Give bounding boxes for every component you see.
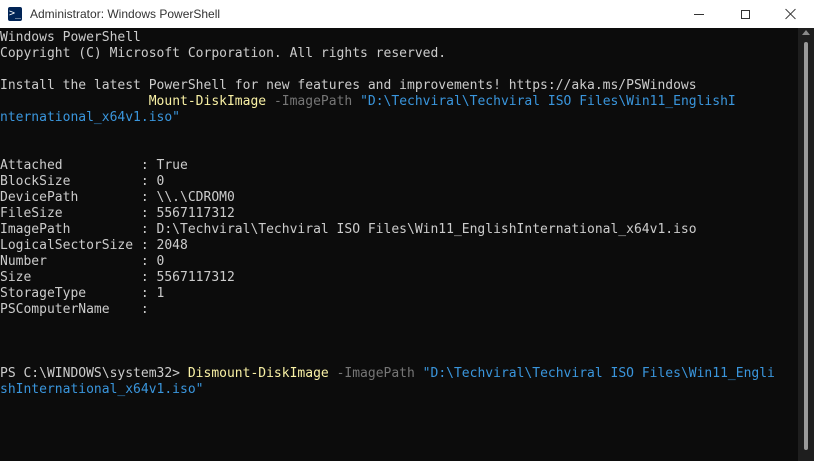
powershell-window: >_ Administrator: Windows PowerShell Win… xyxy=(0,0,814,461)
close-button[interactable] xyxy=(768,0,814,28)
dismount-path-value-wrap: shInternational_x64v1.iso" xyxy=(0,382,204,397)
mount-path-value-wrap: nternational_x64v1.iso" xyxy=(0,110,181,125)
mount-command-line: Mount-DiskImage -ImagePath "D:\Techviral… xyxy=(0,94,736,110)
property-line: PSComputerName : xyxy=(0,302,149,317)
powershell-icon: >_ xyxy=(8,7,22,21)
console-output[interactable]: Windows PowerShell Copyright (C) Microso… xyxy=(0,28,798,461)
console-header-line: Windows PowerShell xyxy=(0,30,141,45)
property-line: Number : 0 xyxy=(0,254,165,269)
dismount-parameter: -ImagePath xyxy=(336,366,415,381)
scrollbar-thumb[interactable] xyxy=(804,42,808,450)
title-bar[interactable]: >_ Administrator: Windows PowerShell xyxy=(0,0,814,28)
property-line: Attached : True xyxy=(0,158,188,173)
property-line: Size : 5567117312 xyxy=(0,270,235,285)
dismount-path-value: "D:\Techviral\Techviral ISO Files\Win11_… xyxy=(422,366,775,381)
console-install-line: Install the latest PowerShell for new fe… xyxy=(0,78,697,93)
minimize-icon xyxy=(694,13,704,15)
mount-parameter: -ImagePath xyxy=(273,94,353,109)
maximize-icon xyxy=(740,9,750,19)
mount-indent xyxy=(0,94,149,109)
command-prompt: PS C:\WINDOWS\system32> xyxy=(0,366,188,381)
mount-cmdlet: Mount-DiskImage xyxy=(148,94,267,109)
vertical-scrollbar[interactable] xyxy=(798,28,814,461)
mount-path-value: "D:\Techviral\Techviral ISO Files\Win11_… xyxy=(360,94,736,109)
close-icon xyxy=(785,8,797,20)
window-title: Administrator: Windows PowerShell xyxy=(30,7,221,21)
property-line: ImagePath : D:\Techviral\Techviral ISO F… xyxy=(0,222,697,237)
scroll-up-arrow-icon[interactable] xyxy=(802,30,810,35)
property-line: DevicePath : \\.\CDROM0 xyxy=(0,190,235,205)
console-copyright-line: Copyright (C) Microsoft Corporation. All… xyxy=(0,46,447,61)
maximize-button[interactable] xyxy=(722,0,768,28)
property-line: StorageType : 1 xyxy=(0,286,165,301)
minimize-button[interactable] xyxy=(676,0,722,28)
property-line: FileSize : 5567117312 xyxy=(0,206,235,221)
dismount-command-line: PS C:\WINDOWS\system32> Dismount-DiskIma… xyxy=(0,366,775,382)
property-line: LogicalSectorSize : 2048 xyxy=(0,238,188,253)
property-line: BlockSize : 0 xyxy=(0,174,165,189)
dismount-cmdlet: Dismount-DiskImage xyxy=(187,366,329,381)
